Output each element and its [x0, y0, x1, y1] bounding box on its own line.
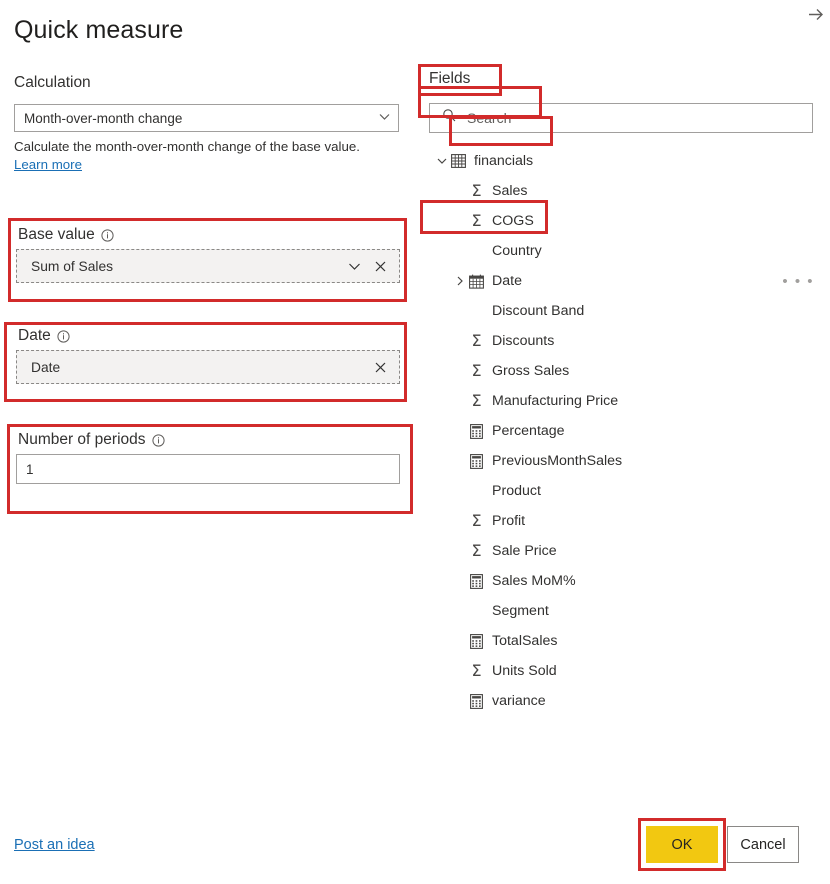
- sigma-icon: Σ: [471, 181, 482, 200]
- base-value-label: Base value: [18, 226, 95, 243]
- field-tree-item[interactable]: Σ Sales: [425, 176, 830, 206]
- date-field-chip[interactable]: Date: [31, 360, 367, 375]
- periods-label: Number of periods: [18, 431, 146, 448]
- periods-label-row: Number of periods: [18, 431, 400, 449]
- sigma-icon: Σ: [471, 511, 482, 530]
- field-tree-item[interactable]: Discount Band: [425, 296, 830, 326]
- left-panel: Quick measure Calculation Month-over-mon…: [0, 0, 418, 884]
- chevron-down-icon[interactable]: [341, 253, 367, 279]
- calendar-icon: [468, 273, 485, 290]
- cancel-button[interactable]: Cancel: [727, 826, 799, 863]
- field-tree-item-label: variance: [492, 693, 546, 709]
- calculation-label: Calculation: [14, 74, 91, 91]
- field-tree-item-label: Sales: [492, 183, 528, 199]
- field-tree-item-label: COGS: [492, 213, 534, 229]
- field-tree-item-label: Discounts: [492, 333, 555, 349]
- field-tree-item[interactable]: Percentage: [425, 416, 830, 446]
- field-tree-item-label: Units Sold: [492, 663, 557, 679]
- post-an-idea-link[interactable]: Post an idea: [14, 837, 95, 853]
- field-tree-item-label: Date: [492, 273, 522, 289]
- sigma-icon: Σ: [471, 361, 482, 380]
- calculation-description-text: Calculate the month-over-month change of…: [14, 139, 360, 154]
- quick-measure-dialog: Quick measure Calculation Month-over-mon…: [0, 0, 830, 884]
- field-tree-item[interactable]: Σ Discounts: [425, 326, 830, 356]
- field-tree-item[interactable]: Product: [425, 476, 830, 506]
- base-value-label-row: Base value: [18, 226, 400, 244]
- field-tree-item-label: Sales MoM%: [492, 573, 576, 589]
- field-tree-item[interactable]: Σ COGS: [425, 206, 830, 236]
- field-tree-table-label: financials: [474, 153, 534, 169]
- date-label-row: Date: [18, 327, 400, 345]
- chevron-right-icon[interactable]: [451, 275, 468, 287]
- periods-group: Number of periods: [16, 431, 400, 484]
- search-input[interactable]: [465, 109, 804, 127]
- field-tree-item[interactable]: Σ Profit: [425, 506, 830, 536]
- fields-panel: Fields financials: [418, 0, 830, 884]
- sigma-icon: Σ: [471, 211, 482, 230]
- base-value-field-chip[interactable]: Sum of Sales: [31, 259, 341, 274]
- info-icon[interactable]: [57, 329, 70, 343]
- field-tree-item-label: Manufacturing Price: [492, 393, 619, 409]
- sigma-icon: Σ: [471, 541, 482, 560]
- field-tree: financials Σ Sales Σ COGS Country Date • • • Di…: [425, 146, 830, 716]
- close-icon[interactable]: [367, 354, 393, 380]
- sigma-icon: Σ: [471, 661, 482, 680]
- field-tree-item-label: Segment: [492, 603, 549, 619]
- calculator-icon: [468, 633, 485, 650]
- field-tree-item-label: Gross Sales: [492, 363, 570, 379]
- calculation-dropdown[interactable]: Month-over-month change: [14, 104, 399, 132]
- calculation-selected-value: Month-over-month change: [24, 110, 183, 126]
- base-value-group: Base value Sum of Sales: [16, 226, 400, 283]
- field-tree-item-label: PreviousMonthSales: [492, 453, 623, 469]
- field-tree-item-label: Country: [492, 243, 542, 259]
- ok-button[interactable]: OK: [646, 826, 718, 863]
- field-tree-item[interactable]: TotalSales: [425, 626, 830, 656]
- field-tree-item[interactable]: PreviousMonthSales: [425, 446, 830, 476]
- calculator-icon: [468, 453, 485, 470]
- search-box[interactable]: [429, 103, 813, 133]
- info-icon[interactable]: [151, 433, 165, 447]
- field-tree-item-label: Sale Price: [492, 543, 557, 559]
- close-icon[interactable]: [367, 253, 393, 279]
- sigma-icon: Σ: [471, 391, 482, 410]
- field-tree-table-financials[interactable]: financials: [425, 146, 830, 176]
- date-well-group: Date Date: [16, 327, 400, 384]
- field-tree-item-label: Discount Band: [492, 303, 585, 319]
- date-label: Date: [18, 327, 51, 344]
- calculator-icon: [468, 423, 485, 440]
- field-tree-item[interactable]: Σ Gross Sales: [425, 356, 830, 386]
- field-tree-item-label: TotalSales: [492, 633, 558, 649]
- base-value-dropzone[interactable]: Sum of Sales: [16, 249, 400, 283]
- page-title: Quick measure: [14, 16, 184, 44]
- field-tree-item[interactable]: Σ Manufacturing Price: [425, 386, 830, 416]
- field-tree-item-label: Profit: [492, 513, 526, 529]
- calculator-icon: [468, 573, 485, 590]
- info-icon[interactable]: [101, 228, 114, 242]
- fields-label: Fields: [429, 70, 471, 87]
- learn-more-link[interactable]: Learn more: [14, 157, 82, 172]
- field-tree-item[interactable]: variance: [425, 686, 830, 716]
- field-tree-item-label: Percentage: [492, 423, 565, 439]
- periods-input[interactable]: [16, 454, 400, 484]
- chevron-down-icon: [377, 109, 392, 127]
- date-dropzone[interactable]: Date: [16, 350, 400, 384]
- calculation-description: Calculate the month-over-month change of…: [14, 138, 396, 174]
- field-tree-item-label: Product: [492, 483, 541, 499]
- field-tree-item[interactable]: Σ Sale Price: [425, 536, 830, 566]
- table-icon: [450, 153, 467, 170]
- search-icon: [442, 108, 457, 128]
- field-tree-item[interactable]: Country: [425, 236, 830, 266]
- chevron-down-icon[interactable]: [433, 155, 450, 167]
- field-rows-container: Σ Sales Σ COGS Country Date • • • Discount Band…: [425, 176, 830, 716]
- more-options-icon[interactable]: • • •: [782, 274, 814, 289]
- field-tree-item[interactable]: Segment: [425, 596, 830, 626]
- sigma-icon: Σ: [471, 331, 482, 350]
- field-tree-item[interactable]: Date • • •: [425, 266, 830, 296]
- field-tree-item[interactable]: Σ Units Sold: [425, 656, 830, 686]
- calculator-icon: [468, 693, 485, 710]
- field-tree-item[interactable]: Sales MoM%: [425, 566, 830, 596]
